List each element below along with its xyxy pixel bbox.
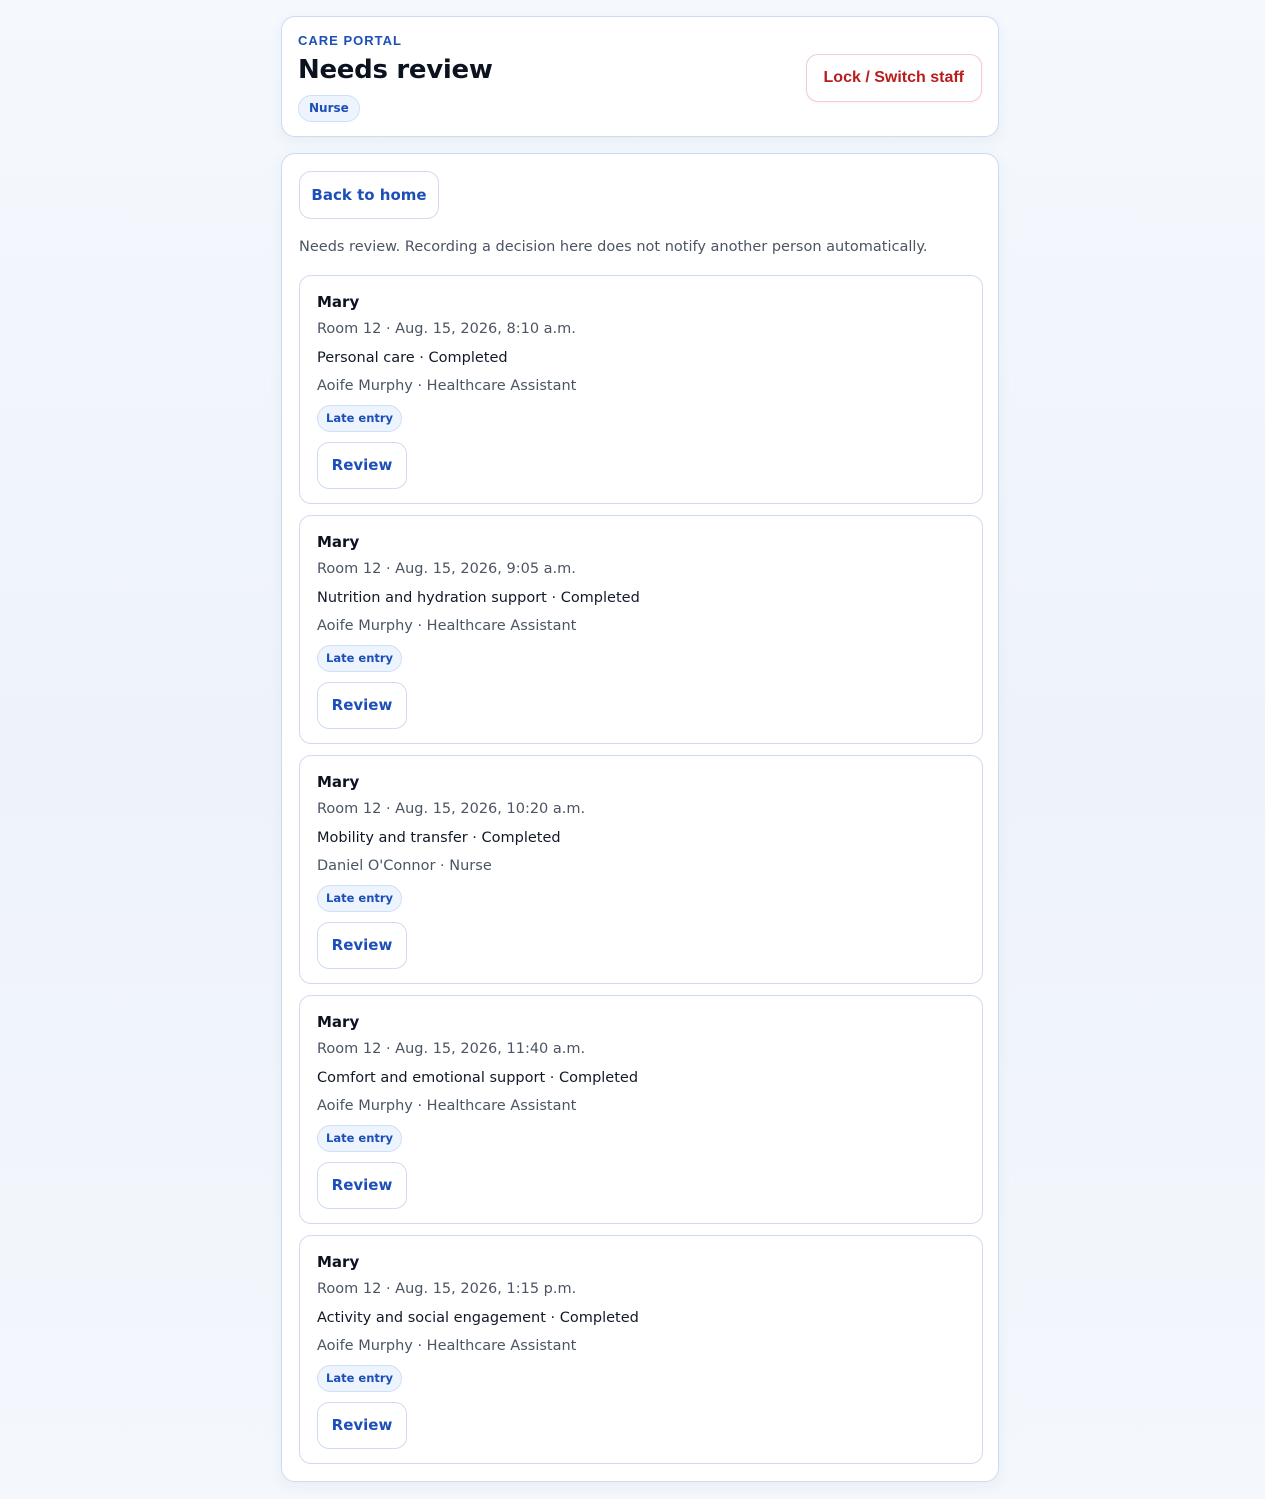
review-list: Mary Room 12 · Aug. 15, 2026, 8:10 a.m. … — [299, 275, 983, 1475]
entry-meta: Room 12 · Aug. 15, 2026, 8:10 a.m. — [317, 321, 576, 337]
resident-name: Mary — [317, 1013, 360, 1031]
entry-meta: Room 12 · Aug. 15, 2026, 10:20 a.m. — [317, 801, 586, 817]
late-entry-badge: Late entry — [317, 885, 403, 912]
header-card: CARE PORTAL Needs review Nurse Lock / Sw… — [281, 16, 999, 137]
entry-staff: Aoife Murphy · Healthcare Assistant — [317, 1338, 577, 1354]
entry-task: Personal care · Completed — [317, 350, 508, 366]
page-wrapper: CARE PORTAL Needs review Nurse Lock / Sw… — [281, 16, 999, 1482]
review-entry: Mary Room 12 · Aug. 15, 2026, 8:10 a.m. … — [299, 275, 983, 504]
review-button[interactable]: Review — [317, 442, 407, 489]
entry-meta: Room 12 · Aug. 15, 2026, 11:40 a.m. — [317, 1041, 586, 1057]
review-button[interactable]: Review — [317, 682, 407, 729]
main-card: Back to home Needs review. Recording a d… — [281, 153, 999, 1482]
late-entry-badge: Late entry — [317, 1125, 403, 1152]
entry-task: Comfort and emotional support · Complete… — [317, 1070, 639, 1086]
review-notice: Needs review. Recording a decision here … — [299, 239, 928, 255]
review-button[interactable]: Review — [317, 922, 407, 969]
entry-staff: Daniel O'Connor · Nurse — [317, 858, 492, 874]
entry-staff: Aoife Murphy · Healthcare Assistant — [317, 378, 577, 394]
entry-staff: Aoife Murphy · Healthcare Assistant — [317, 618, 577, 634]
resident-name: Mary — [317, 1253, 360, 1271]
review-entry: Mary Room 12 · Aug. 15, 2026, 9:05 a.m. … — [299, 515, 983, 744]
review-button[interactable]: Review — [317, 1162, 407, 1209]
page-title: Needs review — [298, 55, 493, 85]
resident-name: Mary — [317, 773, 360, 791]
late-entry-badge: Late entry — [317, 405, 403, 432]
app-eyebrow: CARE PORTAL — [298, 33, 402, 48]
entry-task: Mobility and transfer · Completed — [317, 830, 561, 846]
role-badge: Nurse — [298, 95, 360, 122]
review-button[interactable]: Review — [317, 1402, 407, 1449]
entry-staff: Aoife Murphy · Healthcare Assistant — [317, 1098, 577, 1114]
review-entry: Mary Room 12 · Aug. 15, 2026, 1:15 p.m. … — [299, 1235, 983, 1464]
entry-task: Nutrition and hydration support · Comple… — [317, 590, 640, 606]
entry-meta: Room 12 · Aug. 15, 2026, 1:15 p.m. — [317, 1281, 577, 1297]
back-to-home-button[interactable]: Back to home — [299, 171, 439, 219]
resident-name: Mary — [317, 533, 360, 551]
review-entry: Mary Room 12 · Aug. 15, 2026, 11:40 a.m.… — [299, 995, 983, 1224]
review-entry: Mary Room 12 · Aug. 15, 2026, 10:20 a.m.… — [299, 755, 983, 984]
resident-name: Mary — [317, 293, 360, 311]
late-entry-badge: Late entry — [317, 645, 403, 672]
entry-meta: Room 12 · Aug. 15, 2026, 9:05 a.m. — [317, 561, 576, 577]
lock-switch-staff-button[interactable]: Lock / Switch staff — [805, 54, 982, 102]
late-entry-badge: Late entry — [317, 1365, 403, 1392]
entry-task: Activity and social engagement · Complet… — [317, 1310, 639, 1326]
